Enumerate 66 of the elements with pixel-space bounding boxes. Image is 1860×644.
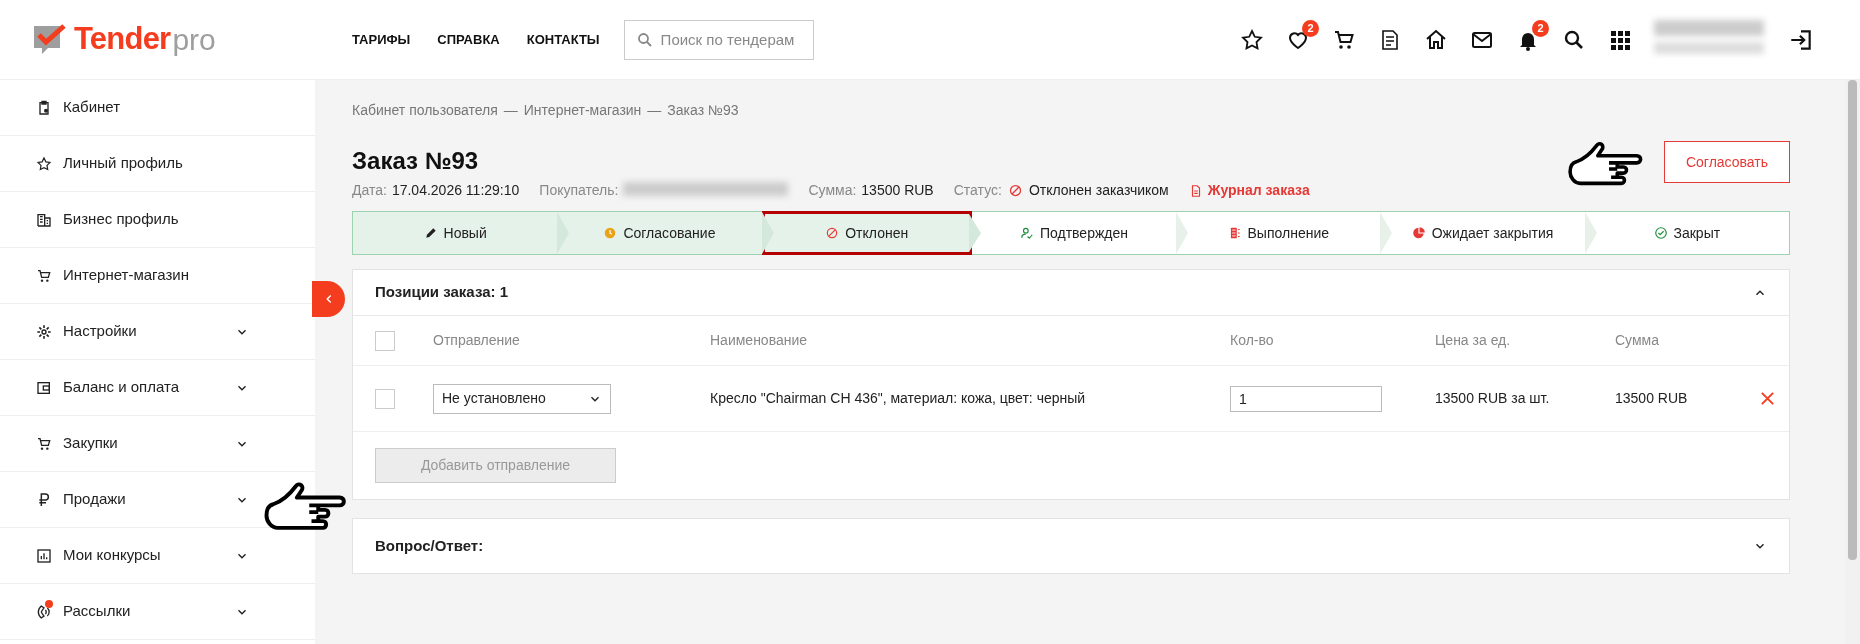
order-log-link[interactable]: Журнал заказа bbox=[1188, 180, 1310, 201]
meta-label: Сумма: bbox=[808, 181, 857, 200]
table-cell-text: 13500 RUB за шт. bbox=[1435, 389, 1551, 408]
nav-link[interactable]: ТАРИФЫ bbox=[352, 29, 411, 50]
ban-icon bbox=[825, 226, 840, 240]
logo-text[interactable]: Tender bbox=[74, 16, 171, 63]
search-icon bbox=[635, 30, 654, 49]
notification-badge: 2 bbox=[1532, 19, 1549, 37]
step-divider-icon bbox=[1176, 212, 1189, 254]
breadcrumb-link[interactable]: Заказ №93 bbox=[667, 100, 739, 121]
scrollbar-thumb[interactable] bbox=[1848, 80, 1857, 560]
column-header: Кол-во bbox=[1230, 331, 1275, 350]
ruble-icon bbox=[36, 491, 52, 508]
wallet-icon bbox=[36, 379, 52, 396]
collapse-sidebar-button[interactable] bbox=[312, 281, 345, 317]
select-all-checkbox[interactable] bbox=[375, 330, 395, 351]
table-cell-text: Кресло "Chairman CH 436", материал: кожа, цвет: черный bbox=[710, 389, 1087, 408]
panel-title: Вопрос/Ответ: bbox=[375, 535, 484, 556]
row-checkbox[interactable] bbox=[375, 388, 395, 409]
meta-value: 17.04.2026 11:29:10 bbox=[391, 181, 520, 200]
table-cell-text: 13500 RUB bbox=[1615, 389, 1689, 408]
column-header: Отправление bbox=[433, 331, 521, 350]
blocked-icon bbox=[1007, 183, 1023, 198]
home-icon bbox=[1424, 27, 1448, 52]
notification-badge: 2 bbox=[1302, 19, 1319, 37]
column-header: Наименование bbox=[710, 331, 809, 350]
pencil-icon bbox=[423, 226, 438, 240]
meta-value: 13500 RUB bbox=[861, 181, 934, 200]
step-divider-icon bbox=[557, 212, 570, 254]
cart-icon bbox=[36, 435, 52, 452]
chart-icon bbox=[36, 547, 52, 564]
star-icon bbox=[36, 155, 52, 172]
breadcrumb-link[interactable]: Кабинет пользователя bbox=[352, 100, 498, 121]
check-icon bbox=[1653, 226, 1668, 240]
step-divider-icon bbox=[968, 214, 981, 252]
column-header: Сумма bbox=[1615, 331, 1660, 350]
user-check-icon bbox=[1019, 226, 1034, 240]
clipboard-icon bbox=[36, 99, 52, 116]
pie-icon bbox=[1411, 226, 1426, 240]
breadcrumb-link[interactable]: Интернет-магазин bbox=[523, 100, 642, 121]
step-divider-icon bbox=[761, 212, 774, 254]
close-icon[interactable] bbox=[1760, 391, 1775, 406]
breadcrumb-separator: — bbox=[647, 101, 662, 120]
meta-label: Статус: bbox=[953, 181, 1002, 200]
panel-title: Позиции заказа: 1 bbox=[375, 282, 508, 303]
nav-link[interactable]: КОНТАКТЫ bbox=[526, 29, 600, 50]
building-icon bbox=[36, 211, 52, 228]
search-field[interactable]: Поиск по тендерам bbox=[623, 19, 814, 60]
column-header: Цена за ед. bbox=[1435, 331, 1512, 350]
star-icon bbox=[1240, 27, 1264, 52]
step-divider-icon bbox=[1380, 212, 1393, 254]
nav-link[interactable]: СПРАВКА bbox=[437, 29, 500, 50]
order-title: Заказ №93 bbox=[352, 146, 480, 176]
breadcrumb-separator: — bbox=[503, 101, 518, 120]
meta-label: Покупатель: bbox=[539, 181, 619, 200]
meta-label: Дата: bbox=[352, 181, 387, 200]
step-divider-icon bbox=[1584, 212, 1597, 254]
phone-icon bbox=[36, 603, 52, 620]
quantity-input[interactable]: 1 bbox=[1230, 385, 1382, 412]
logo-suffix: pro bbox=[172, 22, 216, 58]
status-text: Отклонен заказчиком bbox=[1028, 181, 1169, 200]
approve-button[interactable]: Согласовать bbox=[1664, 141, 1790, 183]
gear-icon bbox=[36, 323, 52, 340]
cart-icon bbox=[36, 267, 52, 284]
clock-icon bbox=[603, 226, 618, 240]
shipment-dropdown[interactable]: Не установлено bbox=[433, 383, 611, 414]
